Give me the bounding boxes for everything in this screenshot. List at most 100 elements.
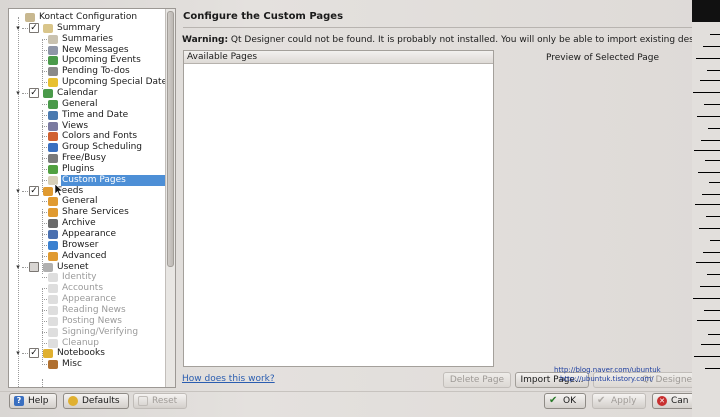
tree-item-feeds[interactable]: ▾ ✓ Feeds xyxy=(9,185,165,197)
tree-item-checkbox[interactable]: ✓ xyxy=(29,348,39,359)
tree-expander-icon[interactable]: ▾ xyxy=(14,88,22,99)
tree-item-upcoming-events[interactable]: Upcoming Events xyxy=(9,55,165,66)
tree-item-group-scheduling[interactable]: Group Scheduling xyxy=(9,142,165,153)
free-busy-icon xyxy=(48,154,58,164)
tree-item-calendar[interactable]: ▾ ✓ Calendar xyxy=(9,87,165,99)
reading-news-icon xyxy=(48,305,58,315)
tree-item-label: Time and Date xyxy=(62,109,129,120)
edge-artifact-line xyxy=(704,310,720,311)
cancel-icon: ✕ xyxy=(657,396,667,406)
tree-connector xyxy=(42,201,47,203)
edge-artifact-line xyxy=(706,216,720,217)
tree-connector xyxy=(42,136,47,138)
tree-item-custom-pages[interactable]: Custom Pages xyxy=(9,174,165,186)
tree-item-browser[interactable]: Browser xyxy=(9,240,165,251)
checkmark-icon: ✔ xyxy=(549,395,558,406)
tree-item-label: Identity xyxy=(62,272,97,283)
tree-item-reading-news[interactable]: Reading News xyxy=(9,305,165,316)
tree-item-misc[interactable]: Misc xyxy=(9,359,165,370)
edge-artifact-line xyxy=(696,58,720,59)
tree-connector xyxy=(42,234,47,235)
ok-button[interactable]: ✔ OK xyxy=(544,393,586,409)
tree-item-summaries[interactable]: Summaries xyxy=(9,34,165,45)
edge-artifact-line xyxy=(693,92,720,93)
tree-connector xyxy=(42,255,47,257)
usenet-icon xyxy=(43,262,53,272)
signing-icon xyxy=(48,327,58,337)
tree-item-time-and-date[interactable]: Time and Date xyxy=(9,110,165,121)
tree-item-identity[interactable]: Identity xyxy=(9,272,165,283)
tree-item-label: Calendar xyxy=(57,87,98,98)
browser-icon xyxy=(48,240,58,250)
special-dates-icon xyxy=(48,78,58,88)
reset-button[interactable]: Reset xyxy=(133,393,187,409)
edge-artifact-line xyxy=(694,150,720,151)
watermark-urls: http://blog.naver.com/ubuntuk http://ubu… xyxy=(554,366,661,384)
edge-artifact-line xyxy=(707,274,720,275)
advanced-icon xyxy=(48,251,58,261)
available-pages-list[interactable]: Available Pages xyxy=(183,50,494,367)
config-tree-panel: Kontact Configuration ▾ ✓ Summary Summaries N… xyxy=(8,8,176,388)
edge-artifact-line xyxy=(697,320,720,321)
tree-item-pending-to-dos[interactable]: Pending To-dos xyxy=(9,66,165,77)
tree-item-advanced[interactable]: Advanced xyxy=(9,251,165,262)
tree-scrollbar-handle[interactable] xyxy=(167,11,174,267)
tree-expander-icon[interactable]: ▾ xyxy=(14,262,22,273)
tree-connector xyxy=(42,331,47,333)
tree-item-checkbox[interactable]: ✓ xyxy=(29,87,39,98)
tree-item-cleanup[interactable]: Cleanup xyxy=(9,338,165,349)
tree-connector xyxy=(42,244,47,246)
folder-config-icon xyxy=(25,13,35,22)
tree-item-archive[interactable]: Archive xyxy=(9,218,165,229)
tree-item-accounts[interactable]: Accounts xyxy=(9,283,165,294)
tree-item-posting-news[interactable]: Posting News xyxy=(9,316,165,327)
tree-scrollbar[interactable] xyxy=(165,9,175,387)
tree-item-general[interactable]: General xyxy=(9,99,165,110)
tree-item-checkbox[interactable]: ✓ xyxy=(29,22,39,33)
tree-item-general[interactable]: General xyxy=(9,196,165,207)
available-pages-header[interactable]: Available Pages xyxy=(184,51,493,64)
tree-item-summary[interactable]: ▾ ✓ Summary xyxy=(9,22,165,34)
tree-item-usenet[interactable]: ▾ Usenet xyxy=(9,261,165,273)
config-tree[interactable]: Kontact Configuration ▾ ✓ Summary Summaries N… xyxy=(9,9,165,387)
edge-artifact-line xyxy=(709,182,720,183)
edge-artifact-line xyxy=(708,128,720,129)
tree-item-share-services[interactable]: Share Services xyxy=(9,207,165,218)
tree-item-signing-verifying[interactable]: Signing/Verifying xyxy=(9,327,165,338)
tree-item-free-busy[interactable]: Free/Busy xyxy=(9,153,165,164)
edge-artifact-line xyxy=(694,356,720,357)
tree-expander-icon[interactable]: ▾ xyxy=(14,23,22,34)
tree-item-checkbox[interactable]: ✓ xyxy=(29,185,39,196)
tree-item-label: Signing/Verifying xyxy=(62,326,139,337)
warning-message: Warning: Qt Designer could not be found.… xyxy=(182,35,692,45)
tree-item-appearance[interactable]: Appearance xyxy=(9,294,165,305)
edge-artifact-line xyxy=(707,70,720,71)
tree-item-label: Usenet xyxy=(57,261,89,272)
how-does-this-work-link[interactable]: How does this work? xyxy=(182,374,275,384)
tree-expander-icon[interactable]: ▾ xyxy=(14,348,22,359)
tree-item-notebooks[interactable]: ▾ ✓ Notebooks xyxy=(9,348,165,359)
tree-connector xyxy=(42,179,47,181)
tree-item-appearance[interactable]: Appearance xyxy=(9,229,165,240)
tree-item-label: Appearance xyxy=(62,294,117,305)
delete-page-button[interactable]: Delete Page xyxy=(443,372,511,388)
tree-expander-icon[interactable]: ▾ xyxy=(14,186,22,197)
defaults-button[interactable]: Defaults xyxy=(63,393,129,409)
tree-item-new-messages[interactable]: New Messages xyxy=(9,45,165,56)
tree-item-colors-and-fonts[interactable]: Colors and Fonts xyxy=(9,131,165,142)
tree-connector xyxy=(42,82,47,84)
reset-icon xyxy=(138,396,148,406)
tree-item-views[interactable]: Views xyxy=(9,121,165,132)
identity-icon xyxy=(48,273,58,283)
help-button[interactable]: ? Help xyxy=(9,393,57,409)
apply-label: Apply xyxy=(611,396,637,406)
apply-button[interactable]: ✔ Apply xyxy=(592,393,646,409)
tree-item-upcoming-special-dates[interactable]: Upcoming Special Dates xyxy=(9,77,165,88)
tree-item-kontact-configuration[interactable]: Kontact Configuration xyxy=(9,12,165,23)
archive-icon xyxy=(48,219,58,229)
tree-item-checkbox[interactable] xyxy=(29,261,39,272)
edge-artifact-line xyxy=(701,140,720,141)
tree-connector xyxy=(42,223,47,225)
time-date-icon xyxy=(48,110,58,120)
tree-item-plugins[interactable]: Plugins xyxy=(9,164,165,175)
